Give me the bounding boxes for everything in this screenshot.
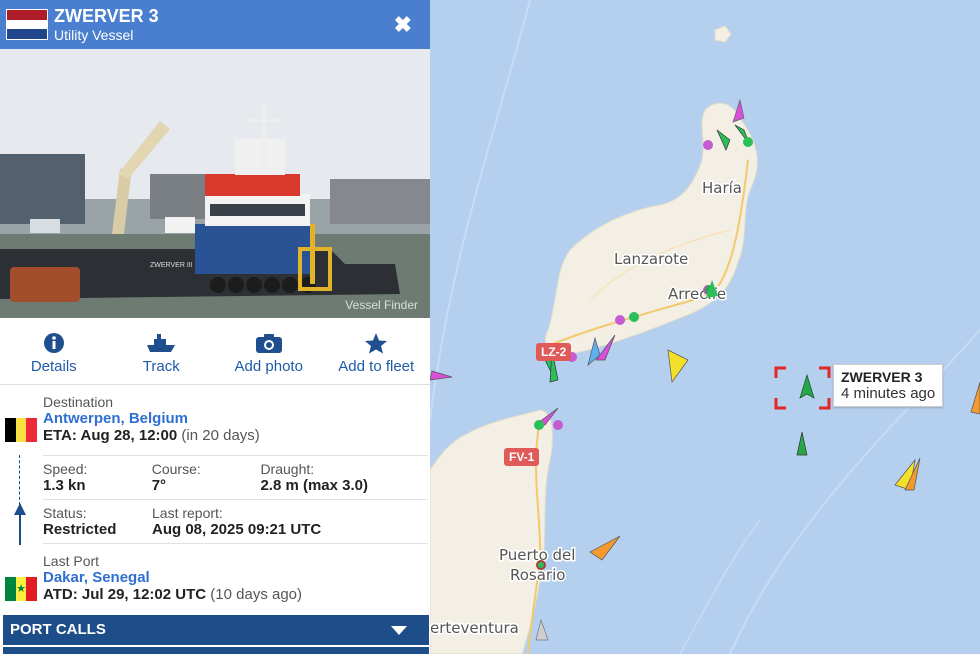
map-label-lanzarote: Lanzarote: [614, 250, 688, 268]
tooltip-vessel-name: ZWERVER 3: [841, 369, 923, 385]
atd-relative: (10 days ago): [210, 586, 303, 603]
last-port-label: Last Port: [43, 553, 100, 569]
port-calls-toggle[interactable]: PORT CALLS: [3, 615, 429, 645]
destination-section: Destination Antwerpen, Belgium ETA: Aug …: [0, 385, 430, 455]
eta-value: Aug 28, 12:00: [80, 427, 178, 444]
add-to-fleet-button[interactable]: Add to fleet: [323, 318, 431, 384]
last-port-link[interactable]: Dakar, Senegal: [43, 569, 430, 586]
map-label-haria: Haría: [702, 179, 742, 197]
add-photo-button[interactable]: Add photo: [215, 318, 323, 384]
atd-prefix: ATD:: [43, 586, 78, 603]
destination-label: Destination: [43, 394, 114, 410]
port-calls-title: PORT CALLS: [10, 621, 106, 638]
action-bar: Details Track Add photo Add to fleet: [0, 318, 430, 385]
senegal-flag-icon: ★: [5, 577, 38, 601]
camera-icon: [255, 334, 282, 353]
map-canvas: Haría Lanzarote Arrecife Puerto del Rosa…: [430, 0, 980, 654]
map-view[interactable]: Haría Lanzarote Arrecife Puerto del Rosa…: [430, 0, 980, 654]
add-photo-label: Add photo: [234, 358, 303, 375]
road-badge-lz2: LZ-2: [536, 343, 572, 361]
next-section-bar[interactable]: [3, 647, 429, 654]
vessel-type: Utility Vessel: [54, 27, 134, 43]
add-to-fleet-label: Add to fleet: [338, 358, 415, 375]
atd-value: Jul 29, 12:02 UTC: [81, 586, 207, 603]
last-port-section: ★ Last Port Dakar, Senegal ATD: Jul 29, …: [0, 544, 430, 614]
status-label: Status:: [43, 505, 87, 521]
chevron-down-icon: [391, 626, 407, 635]
speed-course-row: Speed: 1.3 kn Course: 7° Draught: 2.8 m (ma…: [0, 456, 430, 499]
draught-value: 2.8 m (max 3.0): [260, 477, 368, 494]
tooltip-time: 4 minutes ago: [841, 385, 936, 402]
status-value: Restricted: [43, 521, 117, 538]
status-row: Status: Restricted Last report: Aug 08, 20…: [0, 500, 430, 543]
course-value: 7°: [151, 477, 167, 494]
road-badge-fv1: FV-1: [504, 448, 540, 466]
course-label: Course:: [151, 461, 201, 477]
netherlands-flag-icon: [6, 9, 48, 40]
panel-header: ZWERVER 3 Utility Vessel ✖: [0, 0, 430, 49]
details-button[interactable]: Details: [0, 318, 108, 384]
track-label: Track: [142, 358, 180, 375]
vessel-panel: ZWERVER 3 Utility Vessel ✖ ZWERVER III V…: [0, 0, 431, 654]
vessel-photo: ZWERVER III Vessel Finder: [0, 49, 430, 318]
eta-relative: (in 20 days): [181, 427, 260, 444]
hull-lettering: ZWERVER III: [150, 262, 193, 269]
eta-prefix: ETA:: [43, 427, 77, 444]
draught-label: Draught:: [260, 461, 315, 477]
speed-label: Speed:: [43, 461, 88, 477]
vessel-map-tooltip[interactable]: ZWERVER 3 4 minutes ago: [833, 364, 944, 407]
details-label: Details: [30, 358, 77, 375]
last-report-value: Aug 08, 2025 09:21 UTC: [152, 521, 322, 538]
star-icon: [365, 333, 388, 354]
last-report-label: Last report:: [152, 505, 223, 521]
photo-credit: Vessel Finder: [345, 298, 418, 312]
close-icon[interactable]: ✖: [394, 12, 412, 38]
map-label-puerto-del: Puerto del: [499, 546, 575, 564]
info-icon: [43, 333, 64, 353]
belgium-flag-icon: [5, 418, 38, 442]
speed-value: 1.3 kn: [43, 477, 86, 494]
ship-track-icon: [147, 334, 176, 352]
destination-link[interactable]: Antwerpen, Belgium: [43, 410, 430, 427]
map-label-arrecife: Arrecife: [668, 285, 726, 303]
map-label-fuerteventura: erteventura: [430, 619, 519, 637]
vessel-name: ZWERVER 3: [54, 6, 159, 26]
track-button[interactable]: Track: [108, 318, 216, 384]
